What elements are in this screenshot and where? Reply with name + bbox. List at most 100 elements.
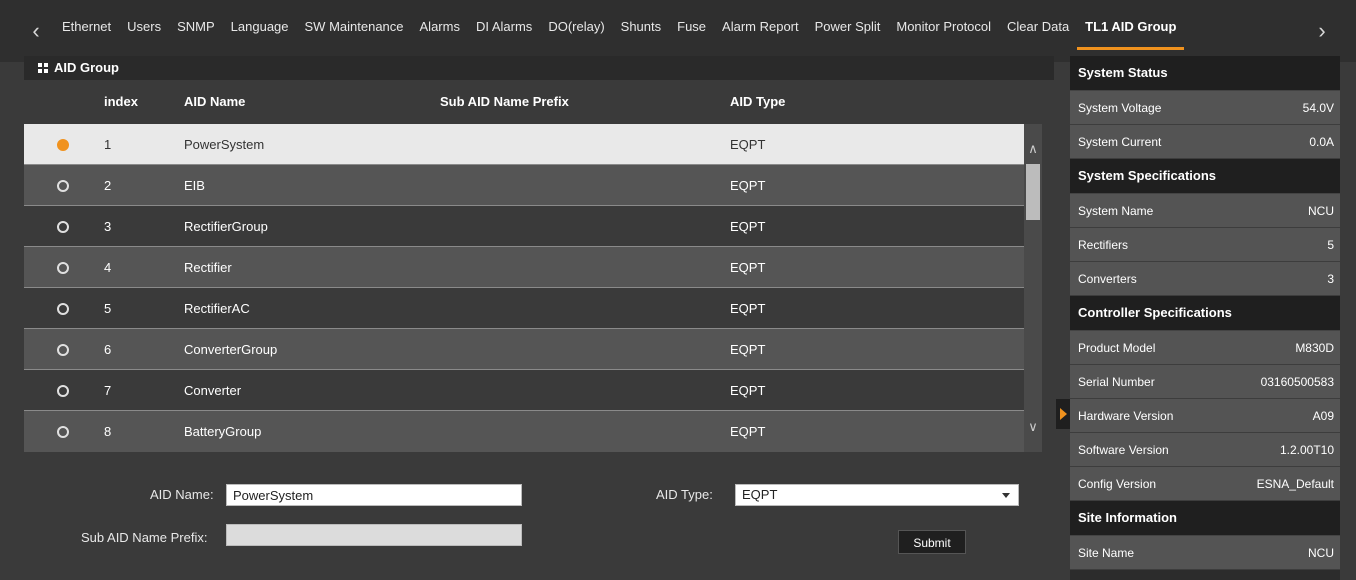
system-info-panel: System Status System Voltage 54.0V Syste… — [1070, 56, 1340, 580]
table-row[interactable]: 3 RectifierGroup EQPT — [24, 206, 1024, 247]
aid-group-panel: AID Group index AID Name Sub AID Name Pr… — [24, 56, 1054, 580]
row-aid-type: EQPT — [730, 219, 766, 234]
info-value: 03160500583 — [1260, 375, 1334, 389]
dropdown-caret-icon — [1002, 493, 1010, 498]
tab-shunts[interactable]: Shunts — [613, 0, 669, 54]
info-value: 3 — [1327, 272, 1334, 286]
row-aid-name: BatteryGroup — [184, 424, 262, 439]
tab-scroll-right-icon[interactable]: › — [1310, 18, 1334, 44]
info-label: Converters — [1078, 272, 1137, 286]
table-row[interactable]: 7 Converter EQPT — [24, 370, 1024, 411]
tab-snmp[interactable]: SNMP — [169, 0, 223, 54]
aid-name-input[interactable] — [226, 484, 522, 506]
section-system-specifications: System Specifications — [1070, 159, 1340, 194]
row-aid-name: PowerSystem — [184, 137, 265, 152]
table-header: index AID Name Sub AID Name Prefix AID T… — [24, 80, 1054, 124]
info-label: Site Name — [1078, 546, 1135, 560]
tab-power-split[interactable]: Power Split — [807, 0, 889, 54]
tab-do-relay[interactable]: DO(relay) — [540, 0, 612, 54]
info-value: 54.0V — [1302, 101, 1334, 115]
submit-button[interactable]: Submit — [898, 530, 966, 554]
info-label: Hardware Version — [1078, 409, 1174, 423]
tab-users[interactable]: Users — [119, 0, 169, 54]
sub-prefix-input[interactable] — [226, 524, 522, 546]
row-radio[interactable] — [57, 139, 69, 151]
row-aid-type: EQPT — [730, 301, 766, 316]
row-index: 2 — [104, 178, 112, 193]
info-row-product-model: Product Model M830D — [1070, 331, 1340, 365]
tab-sw-maintenance[interactable]: SW Maintenance — [297, 0, 412, 54]
info-row-system-name: System Name NCU — [1070, 194, 1340, 228]
table-scrollbar[interactable]: ∧ ∨ — [1024, 124, 1042, 452]
row-radio[interactable] — [57, 180, 69, 192]
chevron-down-icon[interactable]: ∨ — [1024, 416, 1042, 438]
row-aid-name: ConverterGroup — [184, 342, 278, 357]
tab-ethernet[interactable]: Ethernet — [54, 0, 119, 54]
aid-type-label: AID Type: — [656, 487, 713, 502]
info-row-site-name: Site Name NCU — [1070, 536, 1340, 570]
row-radio[interactable] — [57, 262, 69, 274]
tab-alarms[interactable]: Alarms — [412, 0, 468, 54]
aid-type-selected-value: EQPT — [742, 487, 778, 502]
info-value: 0.0A — [1309, 135, 1334, 149]
row-index: 8 — [104, 424, 112, 439]
info-value: NCU — [1308, 546, 1334, 560]
row-radio[interactable] — [57, 426, 69, 438]
row-index: 6 — [104, 342, 112, 357]
info-label: System Voltage — [1078, 101, 1162, 115]
info-row-rectifiers: Rectifiers 5 — [1070, 228, 1340, 262]
row-radio[interactable] — [57, 344, 69, 356]
row-aid-type: EQPT — [730, 424, 766, 439]
tab-fuse[interactable]: Fuse — [669, 0, 714, 54]
row-aid-name: Rectifier — [184, 260, 232, 275]
row-aid-type: EQPT — [730, 260, 766, 275]
row-aid-type: EQPT — [730, 383, 766, 398]
info-row-system-current: System Current 0.0A — [1070, 125, 1340, 159]
grid-icon — [38, 63, 48, 73]
table-row[interactable]: 5 RectifierAC EQPT — [24, 288, 1024, 329]
info-label: System Current — [1078, 135, 1162, 149]
row-aid-type: EQPT — [730, 342, 766, 357]
column-header-aid-type: AID Type — [730, 94, 786, 109]
section-site-information: Site Information — [1070, 501, 1340, 536]
tab-tl1-aid-group[interactable]: TL1 AID Group — [1077, 0, 1185, 54]
column-header-aid-name: AID Name — [184, 94, 246, 109]
table-row[interactable]: 2 EIB EQPT — [24, 165, 1024, 206]
tab-monitor-protocol[interactable]: Monitor Protocol — [888, 0, 999, 54]
row-aid-name: Converter — [184, 383, 242, 398]
tab-language[interactable]: Language — [223, 0, 297, 54]
row-radio[interactable] — [57, 303, 69, 315]
info-value: ESNA_Default — [1256, 477, 1334, 491]
info-value: M830D — [1295, 341, 1334, 355]
info-label: System Name — [1078, 204, 1154, 218]
table-row[interactable]: 4 Rectifier EQPT — [24, 247, 1024, 288]
row-radio[interactable] — [57, 385, 69, 397]
info-value: NCU — [1308, 204, 1334, 218]
panel-title: AID Group — [54, 60, 119, 75]
chevron-up-icon[interactable]: ∧ — [1024, 138, 1042, 160]
scrollbar-thumb[interactable] — [1026, 164, 1040, 220]
row-aid-type: EQPT — [730, 137, 766, 152]
tab-clear-data[interactable]: Clear Data — [999, 0, 1077, 54]
info-value: 5 — [1327, 238, 1334, 252]
info-row-converters: Converters 3 — [1070, 262, 1340, 296]
panel-collapse-icon[interactable] — [1056, 399, 1070, 429]
column-header-sub-prefix: Sub AID Name Prefix — [440, 94, 569, 109]
aid-type-select[interactable]: EQPT — [735, 484, 1019, 506]
tab-scroll-left-icon[interactable]: ‹ — [24, 18, 48, 44]
table-row[interactable]: 8 BatteryGroup EQPT — [24, 411, 1024, 452]
aid-table-body: 1 PowerSystem EQPT 2 EIB EQPT 3 Rectifie… — [24, 124, 1024, 452]
table-row[interactable]: 1 PowerSystem EQPT — [24, 124, 1024, 165]
info-row-hardware-version: Hardware Version A09 — [1070, 399, 1340, 433]
row-aid-name: EIB — [184, 178, 205, 193]
table-row[interactable]: 6 ConverterGroup EQPT — [24, 329, 1024, 370]
tab-di-alarms[interactable]: DI Alarms — [468, 0, 540, 54]
row-index: 4 — [104, 260, 112, 275]
info-row-serial-number: Serial Number 03160500583 — [1070, 365, 1340, 399]
info-label: Software Version — [1078, 443, 1169, 457]
tab-alarm-report[interactable]: Alarm Report — [714, 0, 807, 54]
row-radio[interactable] — [57, 221, 69, 233]
info-value: 1.2.00T10 — [1279, 443, 1334, 457]
info-value: A09 — [1312, 409, 1334, 423]
row-index: 3 — [104, 219, 112, 234]
